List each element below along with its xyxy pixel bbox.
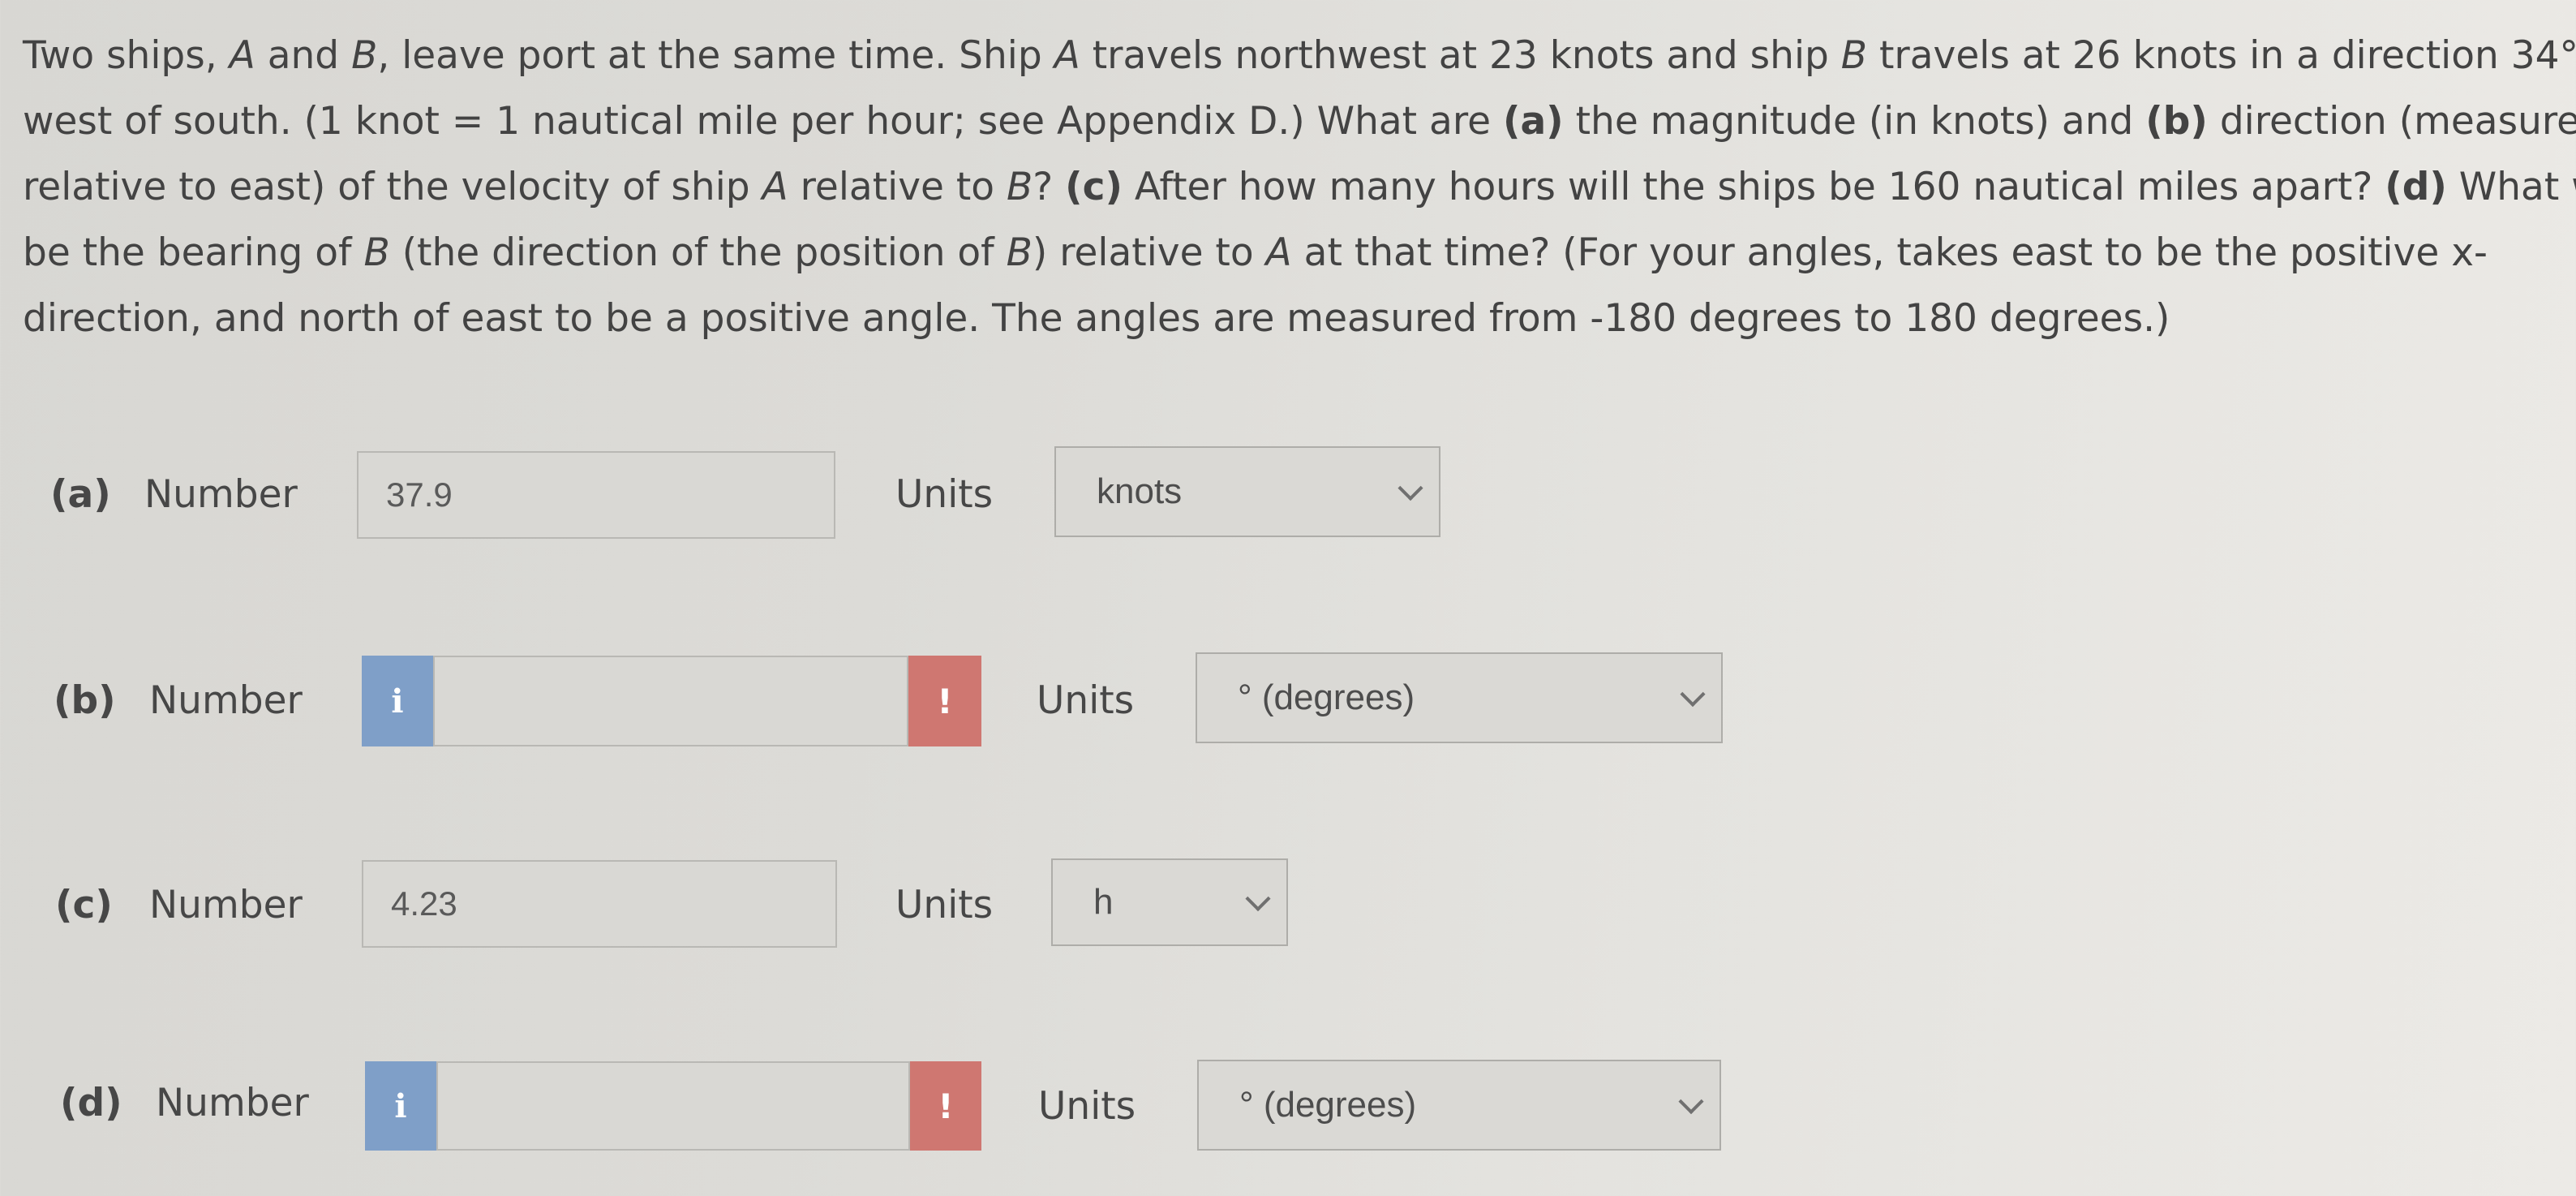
chevron-down-icon (1678, 1089, 1704, 1115)
chevron-down-icon (1397, 475, 1423, 501)
answer-row-a: (a) Number 37.9 Units knots (0, 446, 2576, 544)
units-label: Units (895, 883, 994, 927)
number-label: Number (144, 472, 298, 517)
units-select[interactable]: knots (1054, 446, 1440, 537)
part-label: (a) (50, 472, 111, 517)
number-input[interactable] (436, 1061, 910, 1151)
answer-row-d: (d) Number i ! Units ° (degrees) (0, 1055, 2576, 1152)
units-label: Units (895, 472, 994, 517)
question-line-3: relative to east) of the velocity of shi… (23, 165, 2576, 209)
answer-row-c: (c) Number 4.23 Units h (0, 857, 2576, 954)
units-select-value: ° (degrees) (1239, 1085, 1417, 1125)
number-input[interactable]: 4.23 (362, 860, 837, 948)
info-icon[interactable]: i (362, 656, 433, 746)
number-label: Number (149, 678, 303, 723)
warning-icon[interactable]: ! (910, 1061, 981, 1151)
units-select-value: h (1093, 882, 1114, 922)
number-label: Number (156, 1081, 309, 1125)
part-label: (c) (55, 883, 113, 927)
units-label: Units (1037, 678, 1135, 723)
chevron-down-icon (1680, 682, 1706, 708)
question-line-5: direction, and north of east to be a pos… (23, 296, 2170, 341)
number-input[interactable]: 37.9 (357, 451, 835, 539)
part-label: (b) (54, 678, 116, 723)
question-text: Two ships, A and B, leave port at the sa… (23, 23, 2576, 351)
units-select[interactable]: ° (degrees) (1197, 1060, 1721, 1151)
units-label: Units (1038, 1084, 1136, 1129)
warning-icon[interactable]: ! (908, 656, 981, 746)
answer-row-b: (b) Number i ! Units ° (degrees) (0, 652, 2576, 750)
number-input[interactable] (433, 656, 908, 746)
chevron-down-icon (1245, 886, 1271, 912)
number-label: Number (149, 883, 303, 927)
question-line-4: be the bearing of B (the direction of th… (23, 230, 2488, 275)
question-line-2: west of south. (1 knot = 1 nautical mile… (23, 99, 2576, 144)
units-select-value: knots (1097, 471, 1183, 511)
question-line-1: Two ships, A and B, leave port at the sa… (23, 33, 2576, 78)
units-select[interactable]: h (1051, 858, 1288, 946)
units-select-value: ° (degrees) (1238, 678, 1415, 717)
info-icon[interactable]: i (365, 1061, 436, 1151)
part-label: (d) (60, 1081, 122, 1125)
units-select[interactable]: ° (degrees) (1196, 652, 1723, 743)
